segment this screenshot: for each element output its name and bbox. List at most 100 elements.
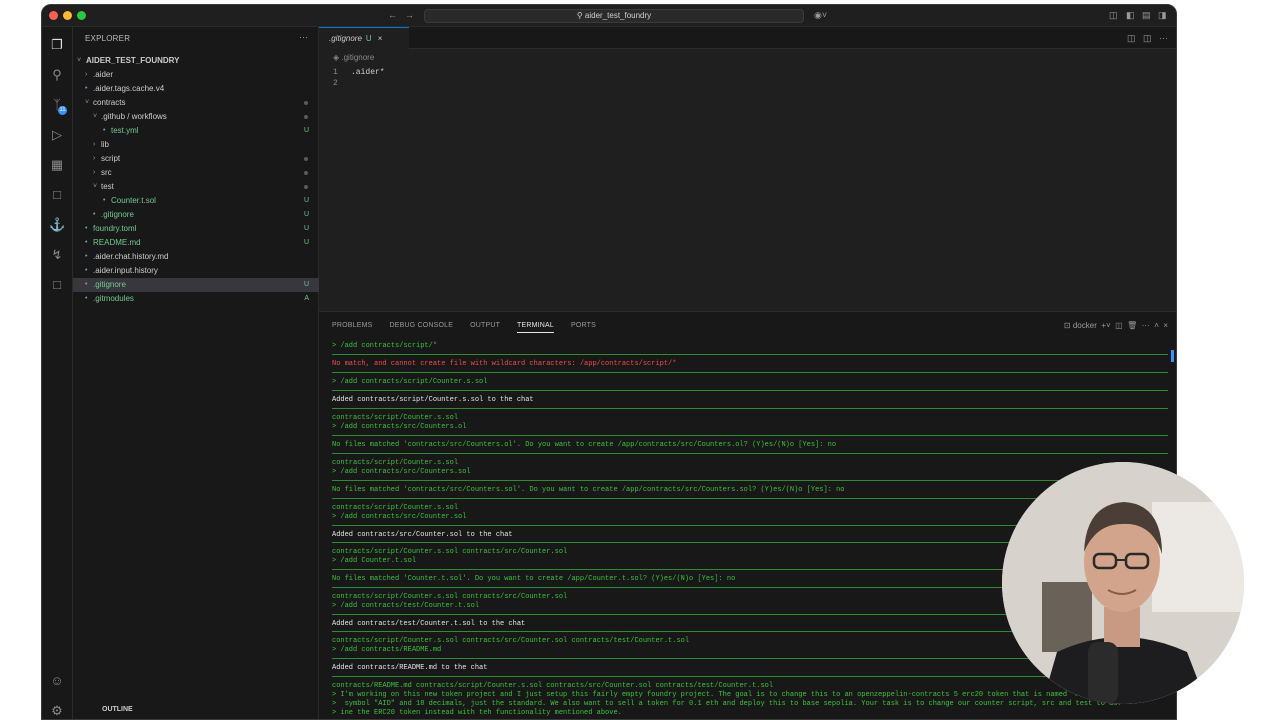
lightning-icon[interactable]: ↯ [49,247,65,263]
terminal-name[interactable]: docker [1073,321,1097,330]
tree-item[interactable]: • .gitignore U [73,278,319,292]
docker-icon[interactable]: ⚓ [49,217,65,233]
tab-gitignore[interactable]: .gitignore U × [319,27,409,49]
more-icon[interactable]: ··· [1142,321,1150,330]
terminal-line: contracts/script/Counter.s.sol [332,504,459,512]
terminal-separator [332,354,1168,355]
tree-item[interactable]: • .gitmodules A [73,292,319,306]
tab-problems[interactable]: PROBLEMS [332,322,373,329]
copilot-icon[interactable]: ◉˅ [814,10,827,20]
terminal-separator [332,435,1168,436]
explorer-header: EXPLORER [85,34,131,43]
settings-icon[interactable]: ⚙ [49,703,65,719]
maximize-panel-icon[interactable]: ˄ [1154,321,1159,330]
tree-item[interactable]: • .aider.input.history [73,264,319,278]
tree-item-label: .aider.chat.history.md [93,252,169,261]
toggle-panel-icon[interactable]: ▤ [1142,10,1151,20]
more-actions-icon[interactable]: ··· [299,32,308,42]
toggle-sidebar-icon[interactable]: ◧ [1126,10,1135,20]
git-status: U [303,211,309,218]
split-terminal-icon[interactable]: ◫ [1115,321,1123,330]
remote-icon[interactable]: □ [49,187,65,203]
tree-item-label: .gitmodules [93,294,134,303]
tree-item[interactable]: › src [73,166,319,180]
tree-item[interactable]: • foundry.toml U [73,222,319,236]
new-terminal-icon[interactable]: +˅ [1101,321,1110,330]
tree-item-label: .github / workflows [101,112,167,121]
webcam-overlay [1002,462,1244,704]
square-icon[interactable]: □ [49,277,65,293]
file-icon: • [103,127,106,134]
tab-git-status: U [365,34,372,43]
tree-item[interactable]: ˅ contracts [73,96,319,110]
tree-item[interactable]: › script [73,152,319,166]
tree-item[interactable]: • .aider.tags.cache.v4 [73,82,319,96]
account-icon[interactable]: ☺ [49,673,65,689]
tree-item[interactable]: • README.md U [73,236,319,250]
outline-label: OUTLINE [102,706,133,713]
compare-icon[interactable]: ◫ [1127,33,1136,43]
more-icon[interactable]: ··· [1159,33,1168,43]
terminal-line: contracts/README.md contracts/script/Cou… [332,682,774,690]
file-icon: • [85,267,88,274]
tree-item[interactable]: • Counter.t.sol U [73,194,319,208]
breadcrumb[interactable]: ◈ .gitignore [333,53,374,62]
tree-item-label: .aider [93,70,114,79]
chevron-down-icon: ˅ [77,57,82,64]
file-icon: • [85,281,88,288]
back-arrow-icon[interactable]: ← [388,10,397,20]
editor-area: .gitignore U × ◫ ◫ ··· ◈ .gitignore 1 .aide… [319,27,1176,311]
toggle-secondary-sidebar-icon[interactable]: ◨ [1158,10,1167,20]
tree-item-label: .aider.tags.cache.v4 [93,84,165,93]
line-number: 2 [333,79,338,88]
terminal-line: contracts/script/Counter.s.sol contracts… [332,548,568,556]
trash-icon[interactable]: 🗑 [1127,321,1137,330]
file-icon: • [85,239,88,246]
tree-item[interactable]: • test.yml U [73,124,319,138]
terminal-actions: ⊡ docker +˅ ◫ 🗑 ··· ˄ × [1064,321,1168,330]
tree-item[interactable]: ˅ test [73,180,319,194]
terminal-line: > /add contracts/script/* [332,342,438,350]
command-center[interactable]: ⚲ aider_test_foundry [424,9,804,23]
code-content[interactable]: 1 .aider* 2 [333,67,385,89]
forward-arrow-icon[interactable]: → [405,10,414,20]
maximize-window-button[interactable] [77,11,86,20]
tab-ports[interactable]: PORTS [571,322,596,329]
split-editor-icon[interactable]: ◫ [1143,33,1152,43]
search-icon[interactable]: ⚲ [49,67,65,83]
title-bar: ← → ⚲ aider_test_foundry ◉˅ ◫ ◧ ▤ ◨ [42,5,1176,27]
layout-icon[interactable]: ◫ [1109,10,1118,20]
git-status: U [303,239,309,246]
tree-item[interactable]: ˅ .github / workflows [73,110,319,124]
editor-actions: ◫ ◫ ··· [1127,33,1168,44]
terminal-line: > /add contracts/script/Counter.s.sol [332,378,488,386]
terminal-line: > symbol "AID" and 18 decimals, just the… [332,700,1122,708]
source-control-icon[interactable]: ᛉ 11 [49,97,67,115]
tab-terminal[interactable]: TERMINAL [517,322,555,333]
tab-debug-console[interactable]: DEBUG CONSOLE [389,322,453,329]
terminal-line: No files matched 'contracts/src/Counters… [332,441,837,449]
tab-output[interactable]: OUTPUT [470,322,500,329]
files-icon[interactable]: ❐ [49,37,65,53]
tree-item[interactable]: › lib [73,138,319,152]
terminal-line: > /add contracts/test/Counter.t.sol [332,602,480,610]
outline-section[interactable]: OUTLINE [73,703,319,717]
file-icon: • [93,211,96,218]
run-debug-icon[interactable]: ▷ [49,127,65,143]
tree-item[interactable]: › .aider [73,68,319,82]
explorer-root[interactable]: ˅ AIDER_TEST_FOUNDRY [73,54,319,68]
terminal-line: > /add Counter.t.sol [332,557,417,565]
presenter-image [1002,462,1244,704]
tree-item[interactable]: • .aider.chat.history.md [73,250,319,264]
git-status: U [303,197,309,204]
minimize-window-button[interactable] [63,11,72,20]
terminal-line: Added contracts/README.md to the chat [332,664,488,672]
file-icon: • [103,197,106,204]
terminal-separator [332,676,1168,677]
extensions-icon[interactable]: ▦ [49,157,65,173]
close-window-button[interactable] [49,11,58,20]
tree-item[interactable]: • .gitignore U [73,208,319,222]
close-panel-icon[interactable]: × [1163,321,1168,330]
close-tab-icon[interactable]: × [378,34,383,43]
terminal-separator [332,372,1168,373]
